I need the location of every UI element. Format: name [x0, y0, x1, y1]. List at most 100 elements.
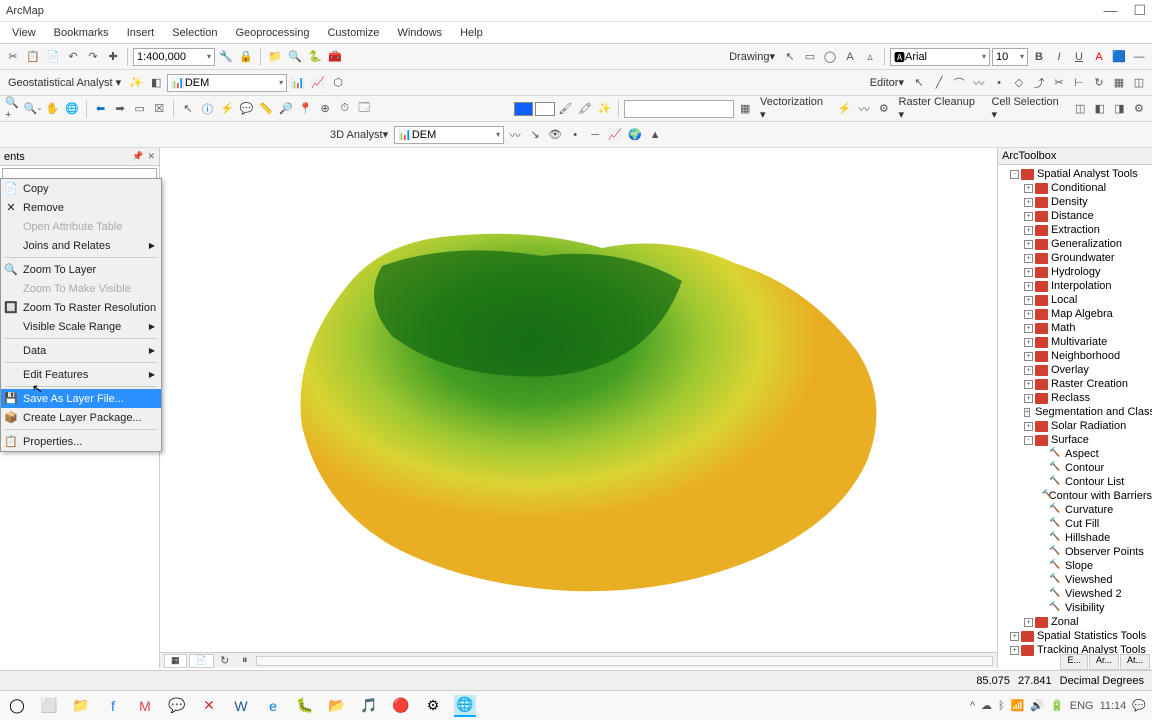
system-tray[interactable]: ^ ☁ ᛒ 📶 🔊 🔋 ENG 11:14 💬 — [970, 699, 1146, 712]
rectangle-icon[interactable]: ▭ — [801, 48, 819, 66]
tray-up-icon[interactable]: ^ — [970, 700, 975, 712]
scale-selector[interactable]: 1:400,000 — [133, 48, 215, 66]
split-icon[interactable]: ⊢ — [1070, 74, 1088, 92]
tree-node[interactable]: +Density — [998, 195, 1152, 209]
clear-selection-icon[interactable]: ☒ — [151, 100, 169, 118]
tree-node[interactable]: +Multivariate — [998, 335, 1152, 349]
tree-node[interactable]: Visibility — [998, 601, 1152, 615]
dock-panel-tabs[interactable]: E... Ar... At... — [1060, 654, 1150, 670]
facebook-icon[interactable]: f — [102, 695, 124, 717]
edit-vertices-icon[interactable]: ▵ — [861, 48, 879, 66]
context-item[interactable]: Edit Features▶ — [1, 365, 161, 384]
tray-time[interactable]: 11:14 — [1100, 700, 1127, 712]
tree-node[interactable]: +Hydrology — [998, 265, 1152, 279]
geostat-analyst-menu[interactable]: Geostatistical Analyst ▾ — [4, 76, 125, 89]
zoom-in-icon[interactable]: 🔍+ — [4, 100, 22, 118]
drawing-label[interactable]: Drawing▾ — [725, 50, 779, 63]
lock-icon[interactable]: 🔒 — [237, 48, 255, 66]
menu-help[interactable]: Help — [452, 25, 491, 41]
panel-tab-ar[interactable]: Ar... — [1089, 654, 1119, 670]
full-extent-icon[interactable]: 🌐 — [63, 100, 81, 118]
menu-windows[interactable]: Windows — [389, 25, 450, 41]
subset-icon[interactable]: ◧ — [147, 74, 165, 92]
tray-wifi-icon[interactable]: 📶 — [1011, 699, 1025, 712]
app-green-icon[interactable]: 🐛 — [294, 695, 316, 717]
settings-icon[interactable]: ⚙ — [422, 695, 444, 717]
tree-node[interactable]: Cut Fill — [998, 517, 1152, 531]
geostat-wizard-icon[interactable]: ✨ — [127, 74, 145, 92]
vectorization-settings-icon[interactable]: ⚙ — [875, 100, 893, 118]
tree-node[interactable]: +Interpolation — [998, 279, 1152, 293]
windows-taskbar[interactable]: ◯ ⬜ 📁 f M 💬 ✕ W e 🐛 📂 🎵 🔴 ⚙ 🌐 ^ ☁ ᛒ 📶 🔊 … — [0, 690, 1152, 720]
add-data-icon[interactable]: ✚ — [104, 48, 122, 66]
geostat-layer-selector[interactable]: 📊 DEM — [167, 74, 287, 92]
sketch-props-icon[interactable]: ◫ — [1130, 74, 1148, 92]
gmail-icon[interactable]: M — [134, 695, 156, 717]
tray-notifications-icon[interactable]: 💬 — [1132, 699, 1146, 712]
undo-icon[interactable]: ↶ — [64, 48, 82, 66]
tree-node[interactable]: Hillshade — [998, 531, 1152, 545]
taskview-icon[interactable]: ⬜ — [38, 695, 60, 717]
menu-geoprocessing[interactable]: Geoprocessing — [227, 25, 317, 41]
magic-erase-icon[interactable]: ✨ — [596, 100, 614, 118]
context-item[interactable]: 💾Save As Layer File... — [1, 389, 161, 408]
context-item[interactable]: Joins and Relates▶ — [1, 236, 161, 255]
tree-node[interactable]: Observer Points — [998, 545, 1152, 559]
tree-node[interactable]: +Overlay — [998, 363, 1152, 377]
maximize-button[interactable]: ☐ — [1133, 2, 1146, 19]
tree-node[interactable]: +Reclass — [998, 391, 1152, 405]
generate-features-icon[interactable]: ⚡ — [836, 100, 854, 118]
layout-view-tab[interactable]: 📄 — [189, 654, 214, 668]
bold-icon[interactable]: B — [1030, 48, 1048, 66]
context-item[interactable]: ✕Remove — [1, 198, 161, 217]
data-view-tab[interactable]: ▦ — [164, 654, 187, 668]
refresh-icon[interactable]: ↻ — [216, 652, 234, 670]
python-icon[interactable]: 🐍 — [306, 48, 324, 66]
interp-point-icon[interactable]: • — [566, 126, 584, 144]
redo-icon[interactable]: ↷ — [84, 48, 102, 66]
editor-menu[interactable]: Editor▾ — [866, 76, 908, 89]
next-extent-icon[interactable]: ➡ — [111, 100, 129, 118]
profile-graph-icon[interactable]: 📈 — [606, 126, 624, 144]
pause-icon[interactable]: ⏸ — [236, 652, 254, 670]
tray-cloud-icon[interactable]: ☁ — [981, 699, 992, 712]
layer-context-menu[interactable]: 📄Copy✕RemoveOpen Attribute TableJoins an… — [0, 178, 162, 452]
goto-xy-icon[interactable]: ⊕ — [316, 100, 334, 118]
context-item[interactable]: Visible Scale Range▶ — [1, 317, 161, 336]
tray-lang-icon[interactable]: ENG — [1070, 700, 1094, 712]
tree-node[interactable]: +Segmentation and Classi — [998, 405, 1152, 419]
trace-icon[interactable]: 〰 — [970, 74, 988, 92]
context-item[interactable]: 📄Copy — [1, 179, 161, 198]
arcmap-taskbar-icon[interactable]: 🌐 — [454, 695, 476, 717]
cut-icon[interactable]: ✂ — [4, 48, 22, 66]
tree-node[interactable]: +Zonal — [998, 615, 1152, 629]
tree-node[interactable]: +Local — [998, 293, 1152, 307]
tree-node[interactable]: +Solar Radiation — [998, 419, 1152, 433]
histogram-icon[interactable]: 📊 — [289, 74, 307, 92]
html-popup-icon[interactable]: 💬 — [238, 100, 256, 118]
tree-node[interactable]: +Extraction — [998, 223, 1152, 237]
music-icon[interactable]: 🎵 — [358, 695, 380, 717]
straight-icon[interactable]: ╱ — [930, 74, 948, 92]
tree-node[interactable]: Slope — [998, 559, 1152, 573]
raster-painting2-icon[interactable]: 🖍 — [576, 100, 594, 118]
search-icon[interactable]: 🔍 — [286, 48, 304, 66]
context-item[interactable]: 🔲Zoom To Raster Resolution — [1, 298, 161, 317]
arctoolbox-tree[interactable]: -Spatial Analyst Tools+Conditional+Densi… — [998, 165, 1152, 659]
menu-selection[interactable]: Selection — [164, 25, 225, 41]
menu-insert[interactable]: Insert — [119, 25, 163, 41]
edit-vertices2-icon[interactable]: ◇ — [1010, 74, 1028, 92]
point-icon[interactable]: • — [990, 74, 1008, 92]
app-x-icon[interactable]: ✕ — [198, 695, 220, 717]
create-features-icon[interactable]: 🌍 — [626, 126, 644, 144]
font-selector[interactable]: 🅰 Arial — [890, 48, 990, 66]
tree-node[interactable]: +Groundwater — [998, 251, 1152, 265]
tree-node[interactable]: +Neighborhood — [998, 349, 1152, 363]
context-item[interactable]: 📋Properties... — [1, 432, 161, 451]
cell-sel-3-icon[interactable]: ◨ — [1111, 100, 1129, 118]
tray-volume-icon[interactable]: 🔊 — [1030, 699, 1044, 712]
prev-extent-icon[interactable]: ⬅ — [92, 100, 110, 118]
panel-tab-e[interactable]: E... — [1060, 654, 1088, 670]
los-icon[interactable]: 👁 — [546, 126, 564, 144]
tree-node[interactable]: +Conditional — [998, 181, 1152, 195]
